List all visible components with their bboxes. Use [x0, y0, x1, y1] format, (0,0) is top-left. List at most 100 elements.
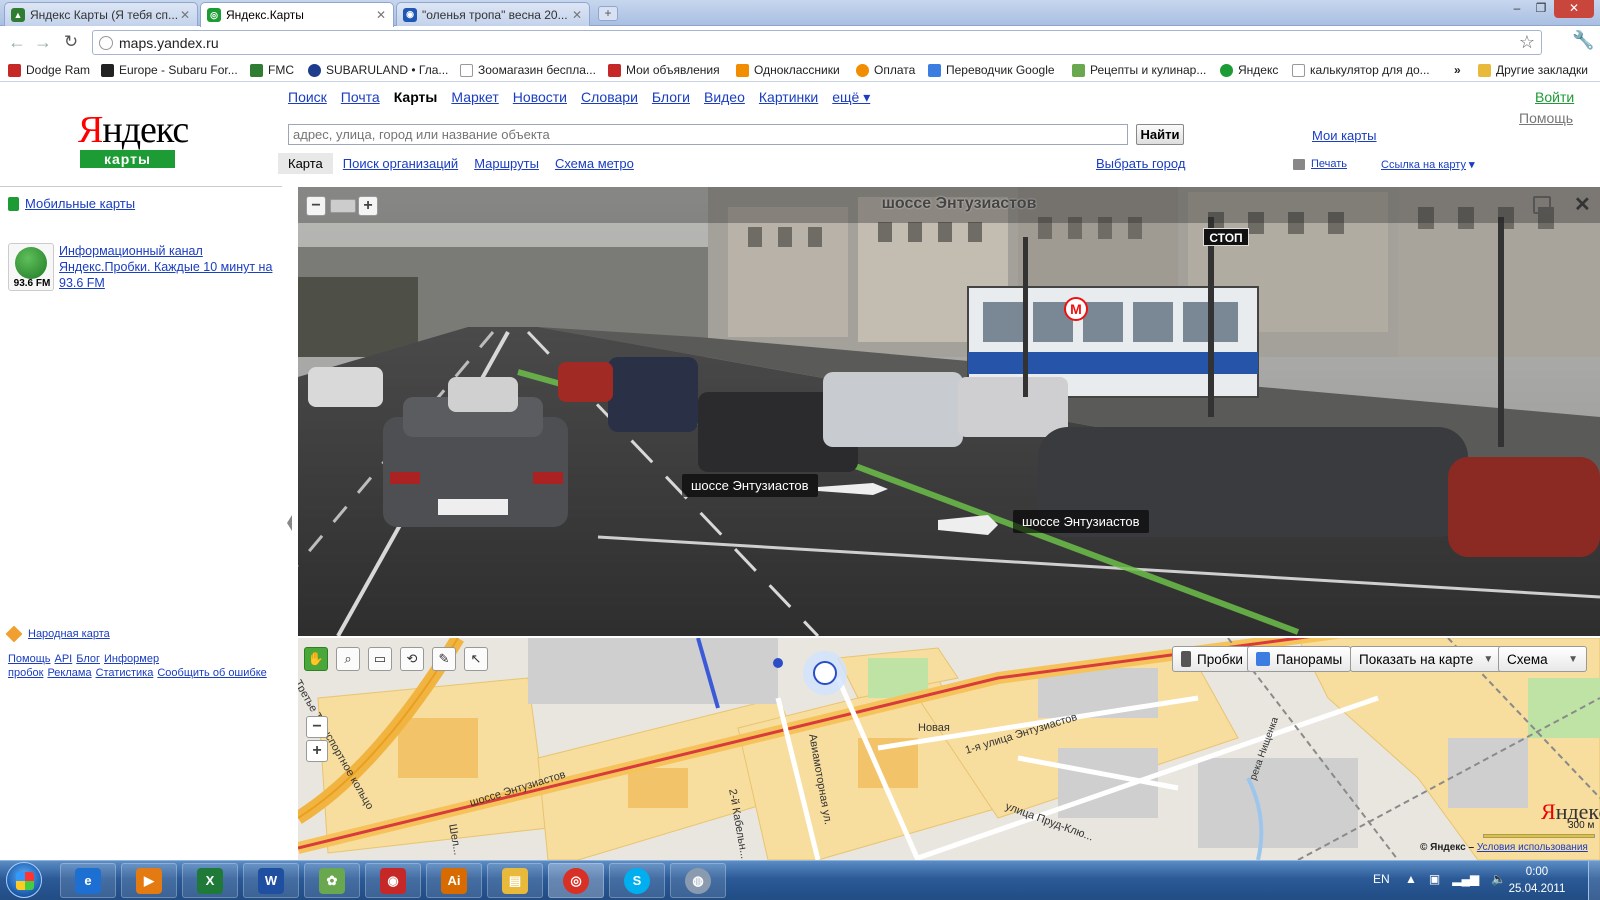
- service-link-images[interactable]: Картинки: [759, 89, 818, 106]
- footer-link-blog[interactable]: Блог: [76, 653, 100, 665]
- tab-org-search[interactable]: Поиск организаций: [343, 156, 458, 171]
- browser-tab-3[interactable]: ◉ "оленья тропа" весна 20... ✕: [396, 2, 590, 26]
- collapse-sidebar-icon[interactable]: [287, 515, 292, 531]
- login-link[interactable]: Войти: [1535, 89, 1574, 105]
- panorama-street-label[interactable]: шоссе Энтузиастов: [682, 474, 818, 497]
- show-desktop-button[interactable]: [1588, 861, 1600, 900]
- pointer-tool-button[interactable]: ↖: [464, 647, 488, 671]
- bookmark-subaruland[interactable]: SUBARULAND • Гла...: [308, 61, 448, 79]
- panorama-zoom-slider[interactable]: [330, 199, 356, 213]
- taskbar-app-skype[interactable]: S: [609, 863, 665, 898]
- route-tool-button[interactable]: ⟲: [400, 647, 424, 671]
- footer-link-api[interactable]: API: [55, 653, 73, 665]
- bookmark-odnoklassniki[interactable]: Одноклассники: [736, 61, 840, 79]
- panorama-street-label[interactable]: шоссе Энтузиастов: [1013, 510, 1149, 533]
- panorama-zoom-out-button[interactable]: −: [306, 196, 326, 216]
- taskbar-app-chrome[interactable]: ◎: [548, 863, 604, 898]
- hand-tool-button[interactable]: ✋: [304, 647, 328, 671]
- back-icon[interactable]: ←: [6, 31, 28, 53]
- map-layer-select[interactable]: Схема ▼: [1498, 646, 1587, 672]
- service-link-dictionaries[interactable]: Словари: [581, 89, 638, 106]
- taskbar-app-camera[interactable]: ◉: [365, 863, 421, 898]
- ruler-tool-button[interactable]: ▭: [368, 647, 392, 671]
- tray-expand-icon[interactable]: ▲: [1405, 872, 1417, 886]
- close-tab-icon[interactable]: ✕: [179, 8, 191, 22]
- panoramas-toggle[interactable]: Панорамы: [1247, 646, 1352, 672]
- show-on-map-dropdown[interactable]: Показать на карте ▼: [1350, 646, 1503, 672]
- bookmark-zoomagazin[interactable]: Зоомагазин беспла...: [460, 61, 596, 79]
- browser-tab-1[interactable]: ▲ Яндекс Карты (Я тебя сп... ✕: [4, 2, 198, 26]
- metro-icon[interactable]: М: [1064, 297, 1088, 321]
- draw-tool-button[interactable]: ✎: [432, 647, 456, 671]
- footer-link-stats[interactable]: Статистика: [96, 667, 154, 679]
- footer-link-report-error[interactable]: Сообщить об ошибке: [157, 667, 266, 679]
- start-button[interactable]: [6, 862, 42, 898]
- panorama-zoom-in-button[interactable]: +: [358, 196, 378, 216]
- magnifier-tool-button[interactable]: ⌕: [336, 647, 360, 671]
- choose-city-link[interactable]: Выбрать город: [1096, 156, 1185, 171]
- close-window-icon[interactable]: ✕: [1554, 0, 1594, 18]
- language-indicator[interactable]: EN: [1373, 872, 1390, 886]
- radio-channel-link[interactable]: Информационный канал Яндекс.Пробки. Кажд…: [59, 243, 274, 291]
- page-info-icon[interactable]: [99, 35, 113, 50]
- bookmark-my-ads[interactable]: Мои объявления: [608, 61, 720, 79]
- traffic-toggle[interactable]: Пробки: [1172, 646, 1252, 672]
- search-input[interactable]: [288, 124, 1128, 145]
- bookmark-calculator[interactable]: калькулятор для до...: [1292, 61, 1430, 79]
- service-link-market[interactable]: Маркет: [451, 89, 498, 106]
- street-panorama[interactable]: шоссе Энтузиастов шоссе Энтузиастов шосс…: [298, 187, 1600, 636]
- taskbar-app-explorer[interactable]: ▤: [487, 863, 543, 898]
- bookmark-payment[interactable]: Оплата: [856, 61, 915, 79]
- taskbar-app-media[interactable]: ▶: [121, 863, 177, 898]
- bookmark-yandex[interactable]: Яндекс: [1220, 61, 1278, 79]
- bookmark-fmc[interactable]: FMC: [250, 61, 294, 79]
- new-tab-button[interactable]: +: [598, 6, 618, 21]
- radio-icon[interactable]: 93.6 FM: [8, 243, 54, 291]
- restore-window-icon[interactable]: ❐: [1530, 0, 1552, 18]
- bookmark-google-translate[interactable]: Переводчик Google: [928, 61, 1055, 79]
- bookmark-subaru-forum[interactable]: Europe - Subaru For...: [101, 61, 238, 79]
- taskbar-app-illustrator[interactable]: Ai: [426, 863, 482, 898]
- footer-link-ads[interactable]: Реклама: [47, 667, 91, 679]
- people-map-link[interactable]: Народная карта: [5, 625, 110, 643]
- map-zoom-out-button[interactable]: −: [306, 716, 328, 738]
- tab-map[interactable]: Карта: [278, 153, 333, 174]
- fullscreen-icon[interactable]: [1533, 196, 1551, 214]
- bookmark-recipes[interactable]: Рецепты и кулинар...: [1072, 61, 1206, 79]
- signal-icon[interactable]: ▂▄▆: [1452, 872, 1479, 886]
- footer-link-help[interactable]: Помощь: [8, 653, 51, 665]
- reload-icon[interactable]: ↻: [60, 31, 82, 53]
- service-link-search[interactable]: Поиск: [288, 89, 327, 106]
- map-link-dropdown[interactable]: Ссылка на карту ▾: [1381, 158, 1475, 171]
- service-link-mail[interactable]: Почта: [341, 89, 380, 106]
- my-maps-link[interactable]: Мои карты: [1312, 128, 1377, 143]
- clock-time[interactable]: 0:00: [1512, 866, 1562, 878]
- close-panorama-icon[interactable]: ✕: [1574, 192, 1591, 217]
- other-bookmarks-folder[interactable]: Другие закладки: [1478, 61, 1588, 79]
- more-bookmarks-chevron-icon[interactable]: »: [1454, 61, 1461, 79]
- address-bar[interactable]: maps.yandex.ru ☆: [92, 30, 1542, 55]
- print-link[interactable]: Печать: [1293, 158, 1347, 170]
- services-more-dropdown[interactable]: ещё ▾: [832, 89, 870, 106]
- forward-icon[interactable]: →: [32, 31, 54, 53]
- search-button[interactable]: Найти: [1136, 124, 1184, 145]
- service-link-video[interactable]: Видео: [704, 89, 745, 106]
- yandex-maps-logo[interactable]: Яндекс карты: [78, 110, 189, 168]
- tab-routes[interactable]: Маршруты: [474, 156, 539, 171]
- taskbar-app-webcam[interactable]: ◍: [670, 863, 726, 898]
- browser-tab-2[interactable]: ◎ Яндекс.Карты ✕: [200, 2, 394, 27]
- taskbar-app-ie[interactable]: e: [60, 863, 116, 898]
- service-link-news[interactable]: Новости: [513, 89, 567, 106]
- bookmark-dodge-ram[interactable]: Dodge Ram: [8, 61, 90, 79]
- tab-metro-scheme[interactable]: Схема метро: [555, 156, 634, 171]
- wrench-icon[interactable]: 🔧: [1572, 30, 1594, 51]
- network-device-icon[interactable]: ▣: [1429, 872, 1440, 886]
- map-zoom-in-button[interactable]: +: [306, 740, 328, 762]
- mobile-maps-link[interactable]: Мобильные карты: [8, 196, 135, 211]
- service-link-blogs[interactable]: Блоги: [652, 89, 690, 106]
- taskbar-app-word[interactable]: W: [243, 863, 299, 898]
- bookmark-star-icon[interactable]: ☆: [1519, 32, 1535, 53]
- close-tab-icon[interactable]: ✕: [571, 8, 583, 22]
- help-link[interactable]: Помощь: [1519, 110, 1573, 126]
- terms-link[interactable]: Условия использования: [1477, 842, 1588, 853]
